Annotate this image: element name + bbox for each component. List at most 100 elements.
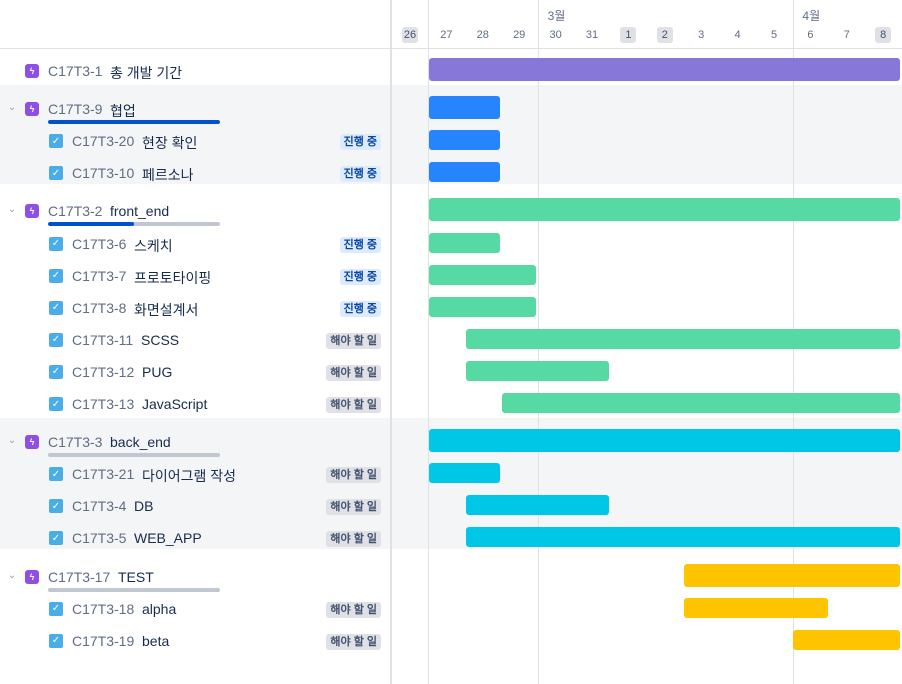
epic-row[interactable]: ⌄ ϟ C17T3-17 TEST [0, 561, 390, 593]
issue-summary[interactable]: SCSS [141, 332, 179, 348]
timeline-bar[interactable] [465, 527, 901, 548]
issue-key[interactable]: C17T3-18 [72, 601, 134, 617]
issue-summary[interactable]: WEB_APP [134, 530, 202, 546]
month-label: 4월 [802, 9, 821, 23]
timeline-bar[interactable] [429, 96, 500, 120]
status-badge[interactable]: 해야 할 일 [326, 601, 381, 618]
epic-icon: ϟ [25, 64, 39, 78]
issue-key[interactable]: C17T3-5 [72, 530, 126, 546]
timeline-bar[interactable] [429, 162, 500, 183]
timeline-bar[interactable] [429, 58, 901, 81]
timeline-bar[interactable] [465, 495, 610, 516]
issue-key[interactable]: C17T3-20 [72, 133, 134, 149]
issue-key[interactable]: C17T3-12 [72, 364, 134, 380]
issue-summary[interactable]: 총 개발 기간 [110, 63, 182, 83]
timeline-bar[interactable] [429, 232, 500, 253]
task-checkbox-icon: ✓ [49, 268, 63, 283]
timeline-bar[interactable] [429, 463, 500, 484]
issue-summary[interactable]: 프로토타이핑 [134, 268, 211, 288]
status-badge[interactable]: 진행 중 [339, 300, 381, 317]
chevron-down-icon[interactable]: ⌄ [6, 435, 18, 447]
chevron-down-icon[interactable]: ⌄ [6, 570, 18, 582]
task-row[interactable]: ✓ C17T3-5 WEB_APP 해야 할 일 [0, 522, 390, 554]
task-row[interactable]: ✓ C17T3-12 PUG 해야 할 일 [0, 356, 390, 388]
task-row[interactable]: ✓ C17T3-18 alpha 해야 할 일 [0, 593, 390, 625]
task-row[interactable]: ✓ C17T3-20 현장 확인 진행 중 [0, 125, 390, 157]
issue-key[interactable]: C17T3-3 [48, 434, 102, 450]
timeline-bar[interactable] [684, 597, 828, 618]
issue-key[interactable]: C17T3-6 [72, 236, 126, 252]
epic-row[interactable]: ⌄ ϟ C17T3-3 back_end [0, 426, 390, 458]
issue-summary[interactable]: back_end [110, 434, 171, 450]
timeline-bar[interactable] [502, 393, 901, 413]
issue-summary[interactable]: alpha [142, 601, 176, 617]
issue-key[interactable]: C17T3-19 [72, 633, 134, 649]
issue-key[interactable]: C17T3-4 [72, 498, 126, 514]
issue-summary[interactable]: JavaScript [142, 396, 207, 412]
issue-key[interactable]: C17T3-13 [72, 396, 134, 412]
issue-key[interactable]: C17T3-11 [72, 332, 133, 348]
day-label: 6 [807, 29, 814, 41]
epic-progress-bar [48, 222, 220, 227]
task-row[interactable]: ✓ C17T3-4 DB 해야 할 일 [0, 490, 390, 522]
issue-key[interactable]: C17T3-17 [48, 569, 110, 585]
timeline-bar[interactable] [429, 198, 901, 222]
status-badge[interactable]: 진행 중 [339, 236, 381, 253]
status-badge[interactable]: 해야 할 일 [326, 531, 381, 548]
day-label: 30 [549, 29, 562, 41]
issue-summary[interactable]: DB [134, 498, 153, 514]
issue-key[interactable]: C17T3-8 [72, 300, 126, 316]
status-badge[interactable]: 진행 중 [339, 134, 381, 151]
issue-key[interactable]: C17T3-10 [72, 165, 134, 181]
task-row[interactable]: ✓ C17T3-6 스케치 진행 중 [0, 228, 390, 260]
day-label: 29 [513, 29, 526, 41]
issue-summary[interactable]: 현장 확인 [142, 133, 197, 153]
status-badge[interactable]: 해야 할 일 [326, 633, 381, 650]
day-label: 28 [476, 29, 489, 41]
epic-row[interactable]: ⌄ ϟ C17T3-2 front_end [0, 195, 390, 227]
task-checkbox-icon: ✓ [49, 601, 63, 616]
issue-summary[interactable]: 다이어그램 작성 [142, 466, 236, 486]
issue-key[interactable]: C17T3-2 [48, 203, 102, 219]
issue-key[interactable]: C17T3-9 [48, 101, 102, 117]
task-row[interactable]: ✓ C17T3-21 다이어그램 작성 해야 할 일 [0, 458, 390, 490]
timeline-bar[interactable] [465, 328, 901, 349]
epic-row[interactable]: ϟ C17T3-1 총 개발 기간 [0, 55, 390, 87]
status-badge[interactable]: 진행 중 [339, 166, 381, 183]
panel-resize-handle[interactable] [390, 0, 392, 684]
timeline-bar[interactable] [429, 264, 537, 285]
epic-row[interactable]: ⌄ ϟ C17T3-9 협업 [0, 93, 390, 125]
status-badge[interactable]: 해야 할 일 [326, 364, 381, 381]
timeline-bar[interactable] [429, 130, 500, 151]
task-row[interactable]: ✓ C17T3-19 beta 해야 할 일 [0, 625, 390, 657]
issue-summary[interactable]: 스케치 [134, 236, 173, 256]
status-badge[interactable]: 해야 할 일 [326, 467, 381, 484]
task-row[interactable]: ✓ C17T3-7 프로토타이핑 진행 중 [0, 260, 390, 292]
issue-key[interactable]: C17T3-7 [72, 268, 126, 284]
task-checkbox-icon: ✓ [49, 236, 63, 251]
timeline-bar[interactable] [793, 629, 901, 650]
timeline-bar[interactable] [684, 563, 901, 587]
issue-summary[interactable]: beta [142, 633, 169, 649]
issue-summary[interactable]: 협업 [110, 101, 136, 121]
issue-summary[interactable]: 페르소나 [142, 165, 194, 185]
status-badge[interactable]: 해야 할 일 [326, 397, 381, 413]
issue-summary[interactable]: PUG [142, 364, 172, 380]
issue-key[interactable]: C17T3-1 [48, 63, 102, 79]
task-row[interactable]: ✓ C17T3-13 JavaScript 해야 할 일 [0, 388, 390, 420]
chevron-down-icon[interactable]: ⌄ [6, 204, 18, 216]
timeline-bar[interactable] [465, 360, 610, 381]
timeline-bar[interactable] [429, 296, 537, 317]
status-badge[interactable]: 해야 할 일 [326, 332, 381, 349]
timeline-bar[interactable] [429, 429, 901, 453]
chevron-down-icon[interactable]: ⌄ [6, 102, 18, 114]
task-row[interactable]: ✓ C17T3-8 화면설계서 진행 중 [0, 292, 390, 324]
task-row[interactable]: ✓ C17T3-11 SCSS 해야 할 일 [0, 324, 390, 356]
issue-summary[interactable]: TEST [118, 569, 154, 585]
task-row[interactable]: ✓ C17T3-10 페르소나 진행 중 [0, 157, 390, 189]
status-badge[interactable]: 진행 중 [339, 268, 381, 285]
status-badge[interactable]: 해야 할 일 [326, 499, 381, 516]
issue-summary[interactable]: 화면설계서 [134, 300, 198, 320]
issue-summary[interactable]: front_end [110, 203, 169, 219]
issue-key[interactable]: C17T3-21 [72, 466, 134, 482]
